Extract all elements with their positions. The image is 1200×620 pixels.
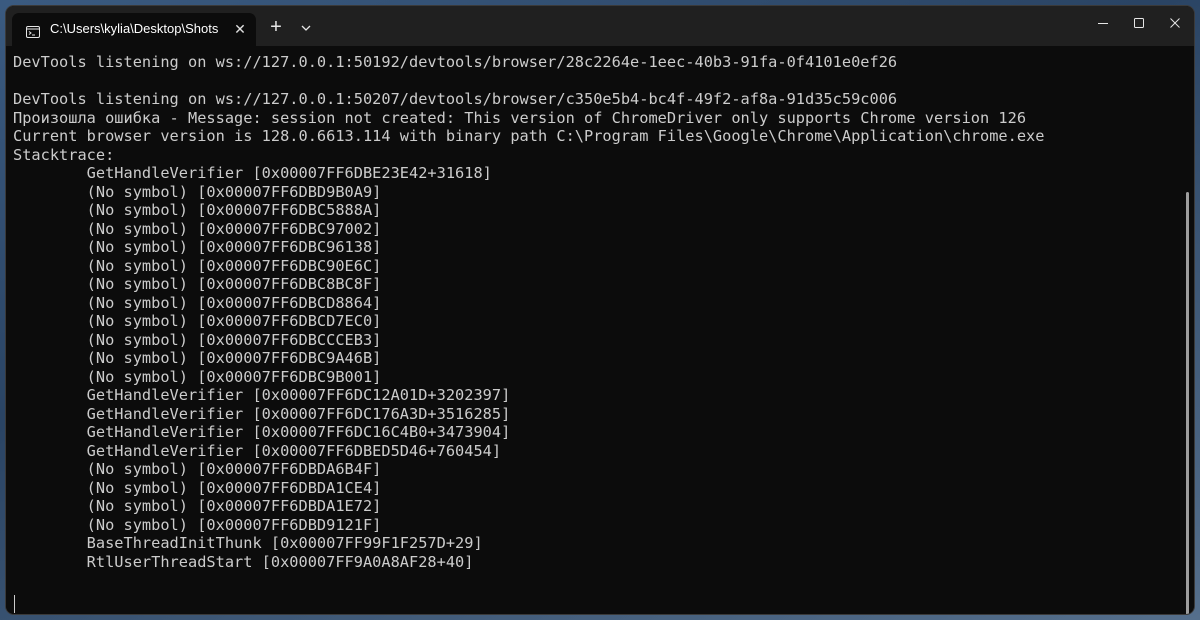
terminal-line: (No symbol) [0x00007FF6DBC5888A]: [13, 201, 382, 219]
terminal-line: Stacktrace:: [13, 145, 115, 164]
terminal-line: (No symbol) [0x00007FF6DBD9121F]: [13, 515, 382, 534]
close-button[interactable]: [1152, 6, 1194, 42]
title-bar[interactable]: C:\Users\kylia\Desktop\Shots ✕ +: [6, 6, 1194, 46]
terminal-line: (No symbol) [0x00007FF6DBDA6B4F]: [13, 460, 382, 478]
terminal-line: (No symbol) [0x00007FF6DBC9A46B]: [13, 349, 382, 367]
text-cursor: [14, 595, 15, 613]
terminal-line: DevTools listening on ws://127.0.0.1:502…: [13, 90, 898, 108]
terminal-line: Current browser version is 128.0.6613.11…: [13, 127, 1045, 145]
new-tab-button[interactable]: +: [264, 16, 288, 40]
terminal-line: GetHandleVerifier [0x00007FF6DBED5D46+76…: [13, 441, 502, 460]
tab-active[interactable]: C:\Users\kylia\Desktop\Shots ✕: [12, 13, 256, 46]
terminal-icon: [26, 23, 40, 38]
tab-title: C:\Users\kylia\Desktop\Shots: [50, 21, 219, 36]
terminal-line: RtlUserThreadStart [0x00007FF9A0A8AF28+4…: [13, 552, 474, 571]
tab-close-button[interactable]: ✕: [230, 19, 250, 39]
terminal-line: (No symbol) [0x00007FF6DBC97002]: [13, 219, 382, 238]
terminal-line: (No symbol) [0x00007FF6DBC8BC8F]: [13, 275, 382, 293]
close-icon: [1170, 18, 1180, 28]
terminal-line: BaseThreadInitThunk [0x00007FF99F1F257D+…: [13, 534, 483, 552]
terminal-line: GetHandleVerifier [0x00007FF6DC176A3D+35…: [13, 404, 511, 423]
scrollbar[interactable]: [1186, 192, 1189, 614]
terminal-lines: DevTools listening on ws://127.0.0.1:501…: [13, 53, 1044, 571]
terminal-window: C:\Users\kylia\Desktop\Shots ✕ + DevTool…: [6, 6, 1194, 614]
terminal-line: (No symbol) [0x00007FF6DBCD8864]: [13, 293, 382, 312]
terminal-line: DevTools listening on ws://127.0.0.1:501…: [13, 53, 898, 71]
terminal-line: GetHandleVerifier [0x00007FF6DC12A01D+32…: [13, 386, 511, 404]
chevron-down-icon[interactable]: [296, 18, 316, 38]
terminal-line: (No symbol) [0x00007FF6DBDA1E72]: [13, 497, 382, 515]
maximize-icon: [1134, 18, 1144, 28]
terminal-line: (No symbol) [0x00007FF6DBC96138]: [13, 238, 382, 256]
minimize-icon: [1098, 23, 1108, 24]
terminal-line: Произошла ошибка - Message: session not …: [13, 108, 1027, 127]
terminal-line: (No symbol) [0x00007FF6DBD9B0A9]: [13, 182, 382, 201]
terminal-line: (No symbol) [0x00007FF6DBCD7EC0]: [13, 312, 382, 330]
terminal-line: (No symbol) [0x00007FF6DBC9B001]: [13, 367, 382, 386]
terminal-line: GetHandleVerifier [0x00007FF6DC16C4B0+34…: [13, 423, 511, 441]
terminal-line: (No symbol) [0x00007FF6DBCCCEB3]: [13, 330, 382, 349]
terminal-line: (No symbol) [0x00007FF6DBC90E6C]: [13, 256, 382, 275]
terminal-line: (No symbol) [0x00007FF6DBDA1CE4]: [13, 478, 382, 497]
terminal-output[interactable]: DevTools listening on ws://127.0.0.1:501…: [6, 46, 1194, 614]
terminal-line: GetHandleVerifier [0x00007FF6DBE23E42+31…: [13, 164, 492, 182]
